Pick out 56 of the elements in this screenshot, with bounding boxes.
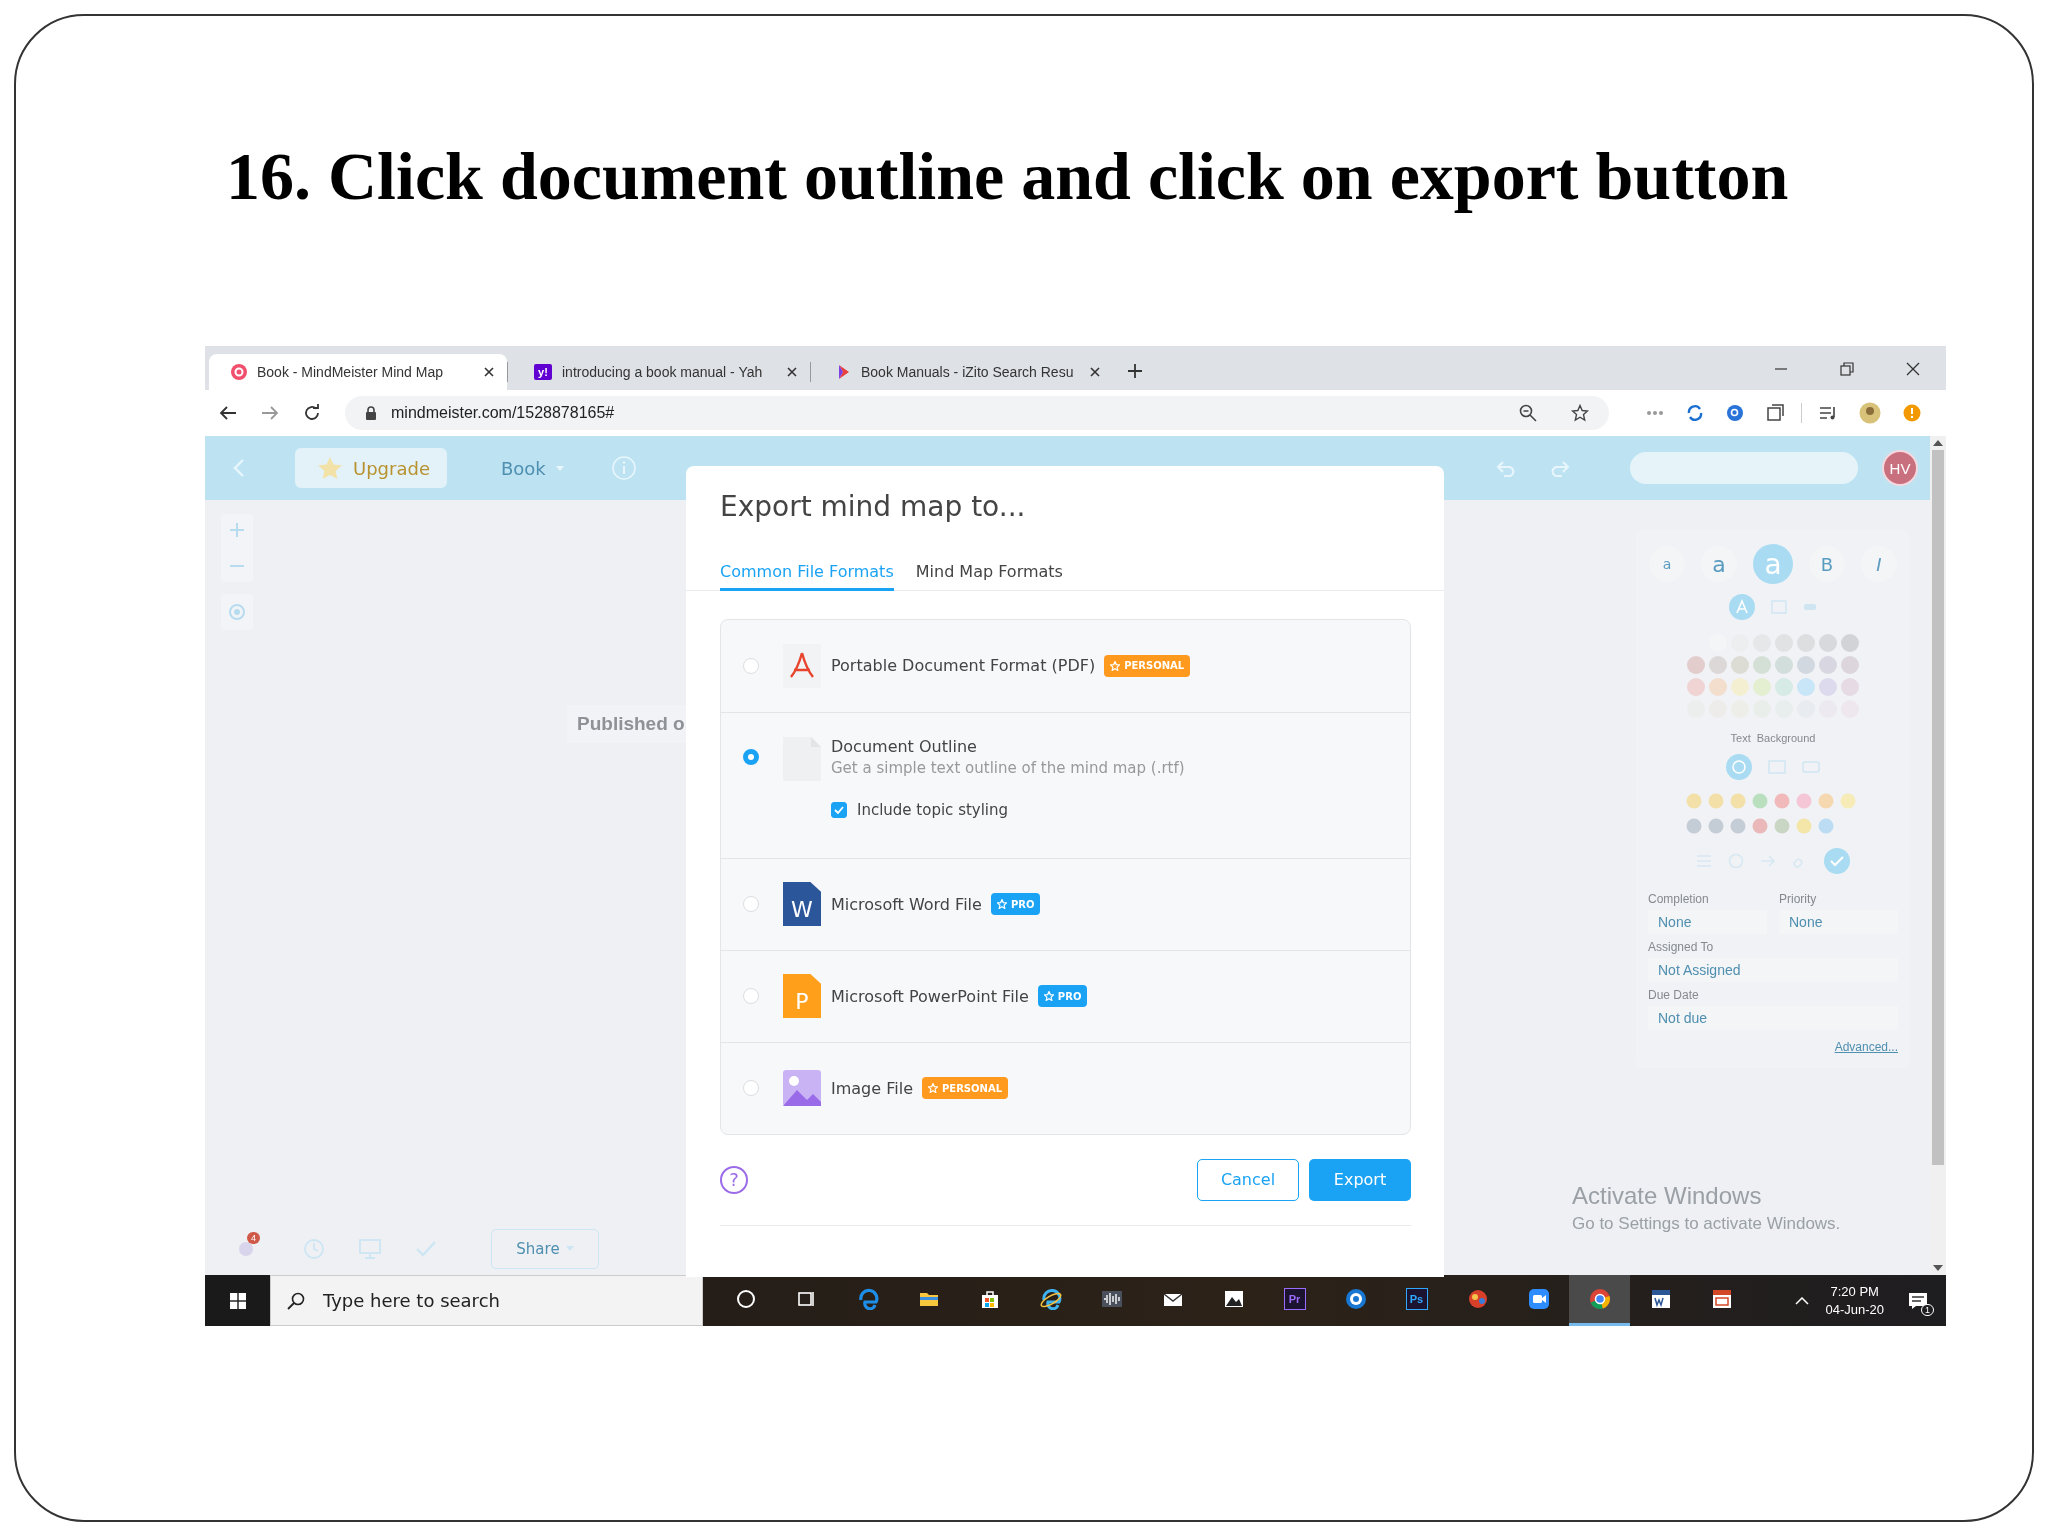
- clock-date[interactable]: 04-Jun-20: [1825, 1300, 1884, 1319]
- color-mode-label[interactable]: Background: [1756, 732, 1816, 744]
- dialog-title: Export mind map to...: [719, 489, 1027, 525]
- export-button[interactable]: Export: [1309, 1158, 1411, 1201]
- tab-title: introducing a book manual - Yah: [562, 364, 764, 380]
- format-label: Image File: [831, 1078, 913, 1098]
- format-label: Microsoft Word File: [831, 894, 982, 914]
- field-label: Priority: [1779, 892, 1818, 906]
- slide-title: 16. Click document outline and click on export button: [226, 137, 1790, 216]
- field-label: Assigned To: [1648, 940, 1715, 954]
- taskbar-button[interactable]: Pr: [1264, 1275, 1325, 1326]
- map-title-dropdown[interactable]: Book: [495, 456, 570, 480]
- url-text: mindmeister.com/1528878165#: [391, 404, 615, 422]
- app-logo[interactable]: Pr: [1283, 1288, 1306, 1310]
- format-option[interactable]: W Microsoft Word File PRO: [721, 857, 1410, 950]
- browser-tab[interactable]: y! introducing a book manual - Yah: [512, 354, 810, 390]
- yahoo-logo: y!: [534, 364, 552, 380]
- search-placeholder: Type here to search: [323, 1290, 500, 1311]
- powerpoint-file-icon: P: [783, 974, 821, 1018]
- tab-title: Book - MindMeister Mind Map: [257, 364, 444, 380]
- color-mode-label[interactable]: Text: [1730, 732, 1751, 744]
- notification-badge: 4: [247, 1231, 260, 1244]
- badge-label: PERSONAL: [941, 1082, 1002, 1094]
- avatar[interactable]: HV: [1882, 450, 1918, 486]
- browser-tab[interactable]: Book Manuals - iZito Search Resu: [815, 354, 1113, 390]
- format-tab[interactable]: Mind Map Formats: [915, 562, 1063, 591]
- format-label: Microsoft PowerPoint File: [831, 986, 1029, 1006]
- format-label: Document Outline: [831, 736, 977, 756]
- format-option[interactable]: P Microsoft PowerPoint File PRO: [721, 949, 1410, 1042]
- help-button[interactable]: ?: [720, 1165, 748, 1194]
- taskbar-search-field[interactable]: Type here to search: [270, 1275, 703, 1326]
- app-logo[interactable]: Ps: [1405, 1288, 1428, 1310]
- format-label: Portable Document Format (PDF): [831, 656, 1096, 675]
- badge-label: PRO: [1057, 990, 1082, 1002]
- activation-message: Go to Settings to activate Windows.: [1572, 1214, 1841, 1234]
- browser-tab[interactable]: Book - MindMeister Mind Map: [209, 354, 507, 390]
- upgrade-button[interactable]: Upgrade: [295, 448, 447, 488]
- badge-label: PERSONAL: [1124, 660, 1185, 671]
- address-field[interactable]: mindmeister.com/1528878165#: [345, 396, 1609, 430]
- activation-title: Activate Windows: [1572, 1182, 1763, 1210]
- cancel-button[interactable]: Cancel: [1197, 1158, 1299, 1201]
- format-option[interactable]: Image File PERSONAL: [721, 1041, 1410, 1134]
- field-label: Due Date: [1648, 988, 1700, 1002]
- format-description: Get a simple text outline of the mind map (.rtf): [831, 758, 1185, 777]
- field-label: Completion: [1648, 892, 1710, 906]
- badge-label: PRO: [1010, 898, 1035, 910]
- tab-title: Book Manuals - iZito Search Resu: [861, 364, 1075, 380]
- format-tab[interactable]: Common File Formats: [720, 562, 894, 591]
- taskbar-button[interactable]: Ps: [1386, 1275, 1447, 1326]
- advanced-link[interactable]: Advanced...: [1834, 1040, 1898, 1054]
- checkbox-label: Include topic styling: [857, 800, 1009, 819]
- word-file-icon: W: [783, 882, 821, 926]
- share-button[interactable]: Share: [491, 1228, 599, 1269]
- clock-time[interactable]: 7:20 PM: [1825, 1282, 1884, 1301]
- format-option[interactable]: Portable Document Format (PDF) PERSONAL: [721, 619, 1410, 712]
- format-option[interactable]: Document Outline Get a simple text outline of the mind map (.rtf) Include topic styling: [721, 711, 1410, 858]
